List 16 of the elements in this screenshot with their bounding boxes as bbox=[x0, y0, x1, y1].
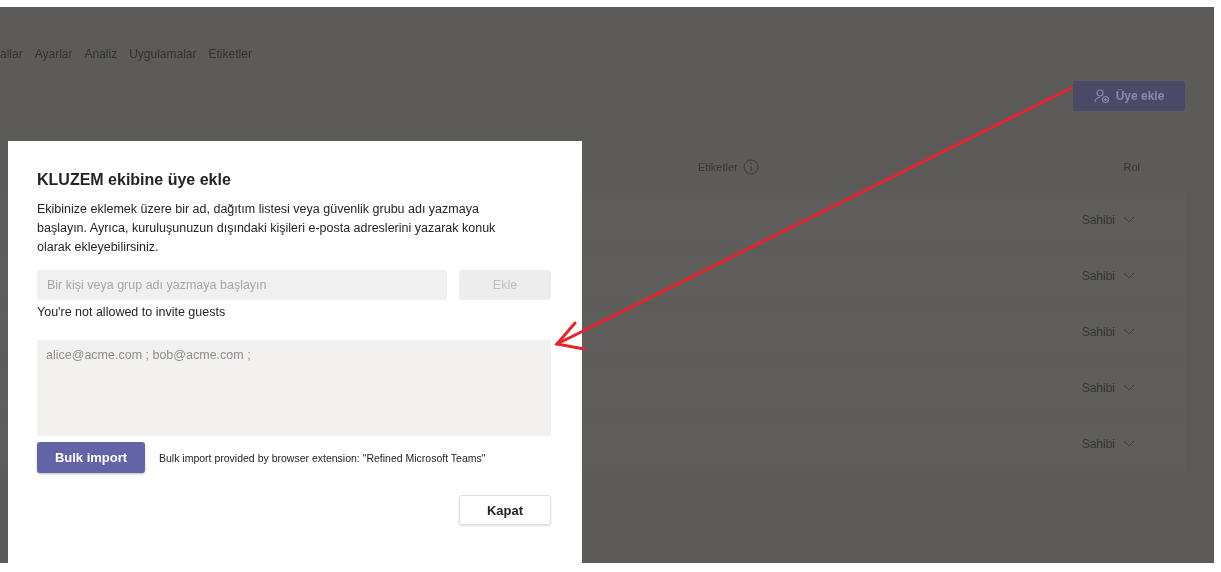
add-person-icon bbox=[1093, 88, 1110, 104]
email-list-field[interactable]: alice@acme.com ; bob@acme.com ; bbox=[37, 340, 551, 436]
chevron-down-icon bbox=[1123, 216, 1135, 224]
dialog-title: KLUZEM ekibine üye ekle bbox=[37, 171, 232, 189]
info-icon[interactable] bbox=[742, 159, 759, 175]
bulk-import-button[interactable]: Bulk import bbox=[37, 442, 145, 473]
add-member-button[interactable]: Üye ekle bbox=[1073, 81, 1185, 111]
close-button[interactable]: Kapat bbox=[459, 495, 551, 525]
search-field[interactable]: Bir kişi veya grup adı yazmaya başlayın bbox=[37, 270, 447, 300]
chevron-down-icon bbox=[1123, 384, 1135, 392]
dialog-description: Ekibinize eklemek üzere bir ad, dağıtım listesi veya güvenlik grubu adı yazmaya başlayın. Ayrıca, kuruluşunuzun dışındaki kişileri e-posta adreslerini yazarak konuk olarak ekleyebilirsiniz. bbox=[37, 201, 497, 256]
chevron-down-icon bbox=[1123, 440, 1135, 448]
chevron-down-icon bbox=[1123, 328, 1135, 336]
chevron-down-icon bbox=[1123, 272, 1135, 280]
bulk-import-note: Bulk import provided by browser extension: "Refined Microsoft Teams" bbox=[159, 451, 486, 464]
error-message: You're not allowed to invite guests bbox=[37, 305, 227, 319]
